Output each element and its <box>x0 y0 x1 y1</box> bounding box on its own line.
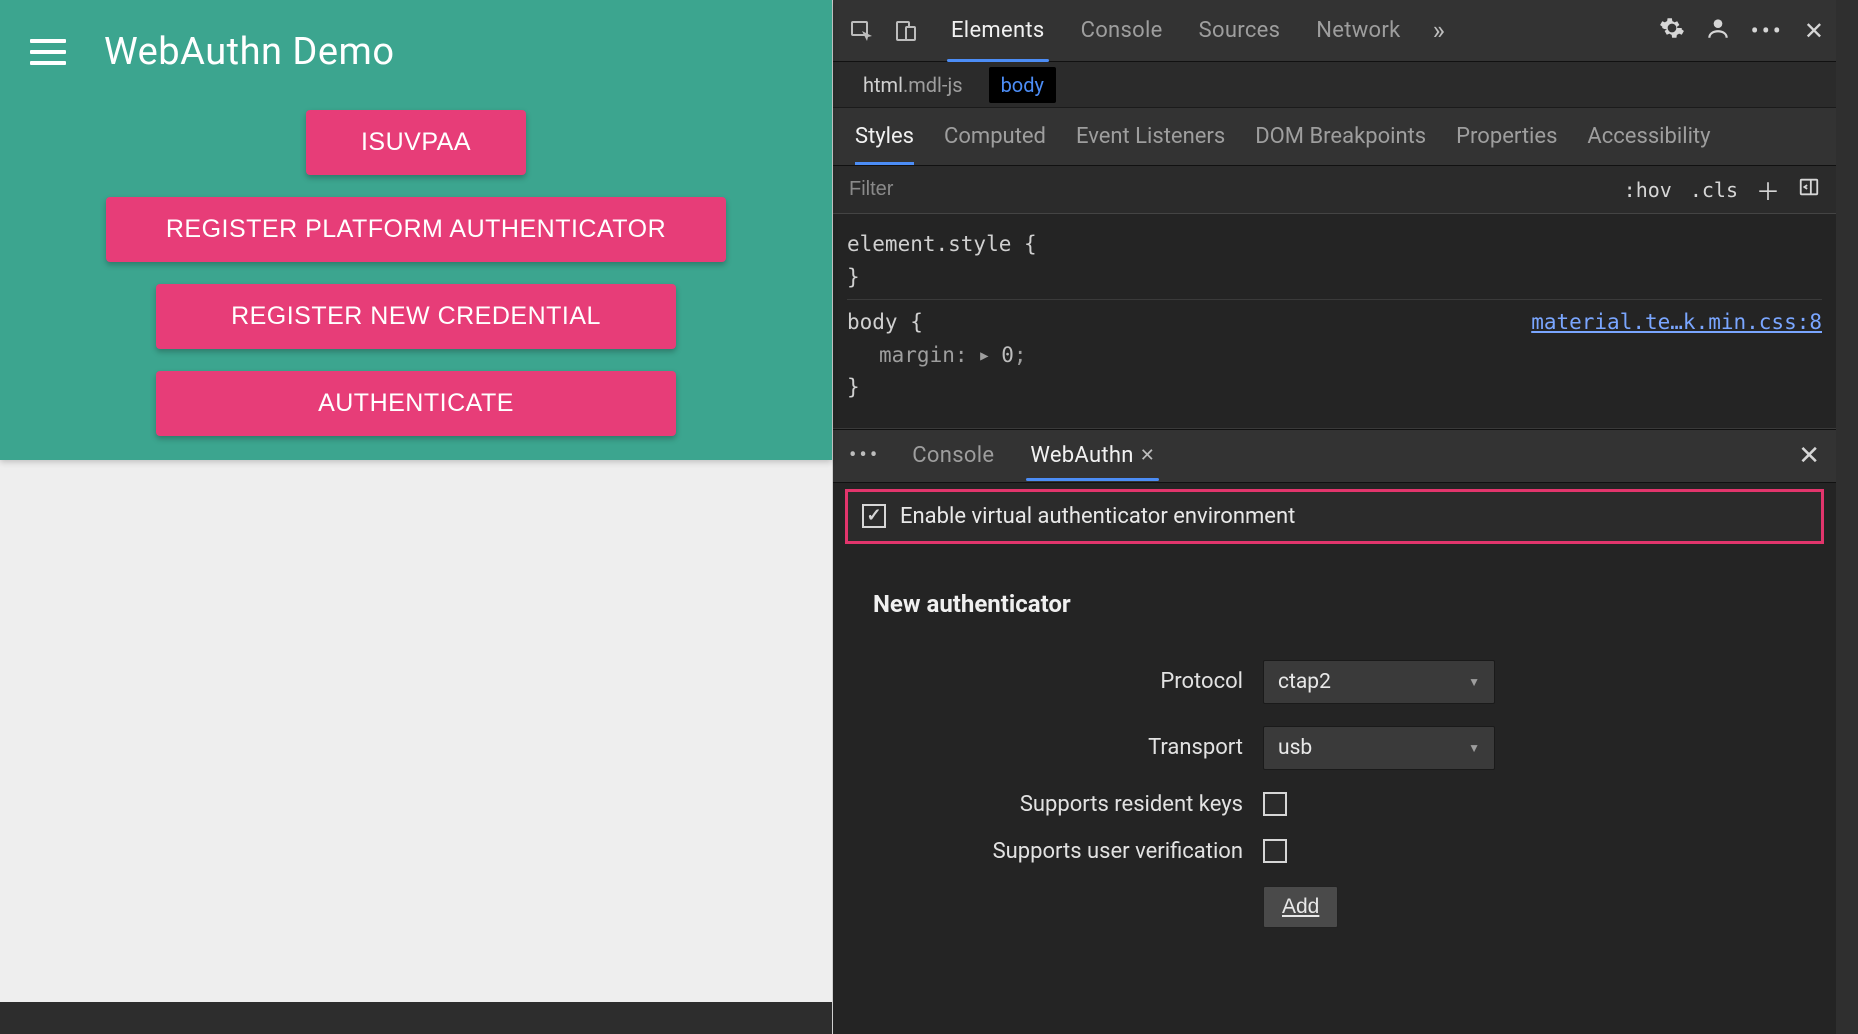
more-tabs-chevron-icon[interactable]: » <box>1433 16 1445 46</box>
breadcrumb-html-class: .mdl-js <box>903 73 963 97</box>
tab-console[interactable]: Console <box>1077 0 1167 61</box>
styles-filter-bar: :hov .cls ＋ <box>833 166 1836 214</box>
rule-body-selector[interactable]: body { <box>847 306 923 339</box>
subtab-styles[interactable]: Styles <box>855 108 914 165</box>
transport-select[interactable]: usb ▼ <box>1263 726 1495 770</box>
protocol-select-value: ctap2 <box>1278 670 1331 694</box>
cls-toggle[interactable]: .cls <box>1690 178 1738 202</box>
hov-toggle[interactable]: :hov <box>1624 178 1672 202</box>
app-title: WebAuthn Demo <box>104 30 395 74</box>
chevron-down-icon: ▼ <box>1468 741 1480 755</box>
subtab-accessibility[interactable]: Accessibility <box>1587 108 1710 165</box>
account-icon[interactable] <box>1705 15 1731 47</box>
rule-element-style-open[interactable]: element.style { <box>847 228 1822 261</box>
tab-elements[interactable]: Elements <box>947 0 1049 61</box>
isuvpaa-button[interactable]: ISUVPAA <box>306 110 526 175</box>
new-authenticator-panel: New authenticator Protocol ctap2 ▼ Trans… <box>833 550 1836 1034</box>
app-header: WebAuthn Demo ISUVPAA REGISTER PLATFORM … <box>0 0 832 460</box>
enable-virtual-authenticator-label: Enable virtual authenticator environment <box>900 504 1295 529</box>
devtools-scrollbar[interactable] <box>1836 0 1858 1034</box>
add-authenticator-button[interactable]: Add <box>1263 886 1338 928</box>
rule-body-margin-prop[interactable]: margin: ▶ 0; <box>847 339 1822 372</box>
drawer-tabs: ••• Console WebAuthn ✕ ✕ <box>833 429 1836 483</box>
inspect-element-icon[interactable] <box>845 14 879 48</box>
protocol-select[interactable]: ctap2 ▼ <box>1263 660 1495 704</box>
rule-source-link[interactable]: material.te…k.min.css:8 <box>1531 306 1822 339</box>
authenticate-button[interactable]: AUTHENTICATE <box>156 371 676 436</box>
close-devtools-icon[interactable]: ✕ <box>1804 17 1824 45</box>
protocol-label: Protocol <box>873 669 1263 694</box>
user-verification-label: Supports user verification <box>873 839 1263 864</box>
drawer-tab-webauthn[interactable]: WebAuthn ✕ <box>1026 443 1159 468</box>
devtools-topbar: Elements Console Sources Network » ••• ✕ <box>833 0 1836 62</box>
drawer-tab-webauthn-label: WebAuthn <box>1030 443 1133 468</box>
app-footer-bar <box>0 1002 832 1034</box>
new-style-rule-icon[interactable]: ＋ <box>1756 172 1780 207</box>
rule-element-style-close: } <box>847 261 1822 294</box>
chevron-down-icon: ▼ <box>1468 675 1480 689</box>
resident-keys-label: Supports resident keys <box>873 792 1263 817</box>
breadcrumb-body[interactable]: body <box>989 67 1056 103</box>
enable-virtual-authenticator-checkbox[interactable] <box>862 504 886 528</box>
enable-virtual-authenticator-row: Enable virtual authenticator environment <box>845 489 1824 544</box>
device-toolbar-icon[interactable] <box>889 14 923 48</box>
dom-breadcrumb: html.mdl-js body <box>833 62 1836 108</box>
subtab-dom-breakpoints[interactable]: DOM Breakpoints <box>1255 108 1426 165</box>
user-verification-checkbox[interactable] <box>1263 839 1287 863</box>
gear-icon[interactable] <box>1659 15 1685 47</box>
tab-sources[interactable]: Sources <box>1195 0 1285 61</box>
expand-shorthand-icon[interactable]: ▶ <box>980 346 988 368</box>
breadcrumb-html[interactable]: html.mdl-js <box>851 67 975 103</box>
register-platform-authenticator-button[interactable]: REGISTER PLATFORM AUTHENTICATOR <box>106 197 726 262</box>
subtab-computed[interactable]: Computed <box>944 108 1046 165</box>
devtools-pane: Elements Console Sources Network » ••• ✕… <box>833 0 1836 1034</box>
kebab-menu-icon[interactable]: ••• <box>1751 17 1784 45</box>
drawer-close-icon[interactable]: ✕ <box>1798 441 1820 471</box>
subtab-event-listeners[interactable]: Event Listeners <box>1076 108 1225 165</box>
transport-label: Transport <box>873 735 1263 760</box>
hamburger-menu-icon[interactable] <box>30 32 70 72</box>
css-rules-area: element.style { } body { material.te…k.m… <box>833 214 1836 429</box>
toggle-sidebar-icon[interactable] <box>1798 176 1820 204</box>
styles-subtabs: Styles Computed Event Listeners DOM Brea… <box>833 108 1836 166</box>
transport-select-value: usb <box>1278 736 1312 760</box>
drawer-tab-webauthn-close-icon[interactable]: ✕ <box>1140 445 1155 466</box>
subtab-properties[interactable]: Properties <box>1456 108 1557 165</box>
new-authenticator-heading: New authenticator <box>873 590 1816 618</box>
drawer-menu-icon[interactable]: ••• <box>849 443 880 468</box>
resident-keys-checkbox[interactable] <box>1263 792 1287 816</box>
styles-filter-input[interactable] <box>849 178 1624 201</box>
register-new-credential-button[interactable]: REGISTER NEW CREDENTIAL <box>156 284 676 349</box>
tab-network[interactable]: Network <box>1312 0 1404 61</box>
demo-app-pane: WebAuthn Demo ISUVPAA REGISTER PLATFORM … <box>0 0 833 1034</box>
breadcrumb-html-tag: html <box>863 73 903 97</box>
drawer-tab-console[interactable]: Console <box>908 443 998 468</box>
rule-body-close: } <box>847 371 1822 404</box>
